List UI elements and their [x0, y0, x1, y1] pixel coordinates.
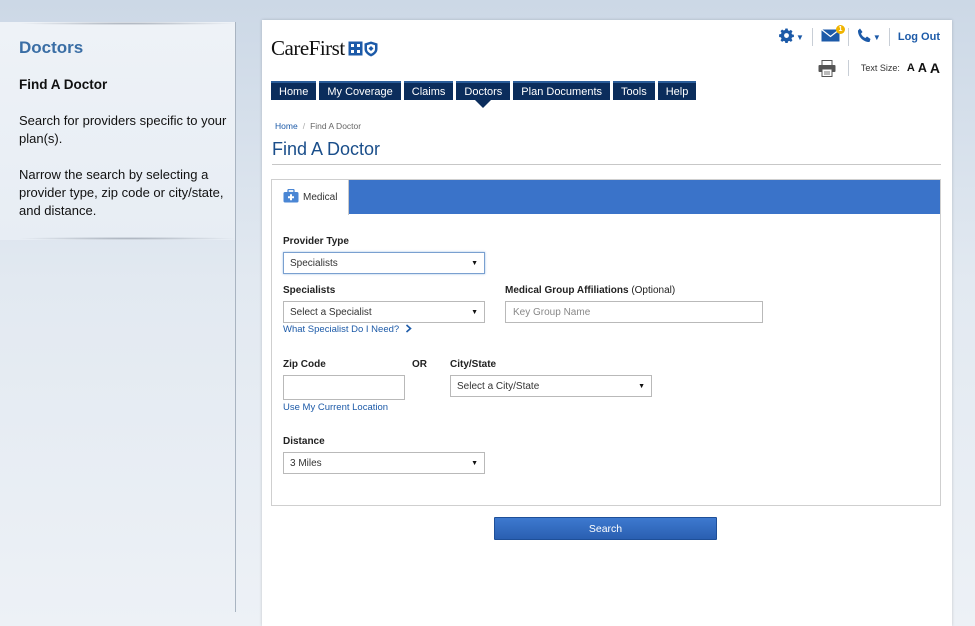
breadcrumb-current: Find A Doctor — [310, 121, 362, 131]
tab-medical-label: Medical — [303, 192, 338, 203]
text-size-small[interactable]: A — [907, 62, 915, 74]
nav-tab-tools[interactable]: Tools — [613, 81, 655, 100]
specialists-label: Specialists — [283, 285, 336, 296]
breadcrumb-home[interactable]: Home — [275, 121, 298, 131]
distance-select[interactable]: 3 Miles ▼ — [283, 452, 485, 474]
chevron-down-icon: ▼ — [872, 32, 881, 42]
city-state-label: City/State — [450, 359, 497, 370]
dropdown-arrow-icon: ▼ — [638, 382, 645, 390]
logout-link[interactable]: Log Out — [898, 31, 940, 43]
search-panel: Medical Provider Type Specialists ▼ Spec… — [271, 179, 941, 506]
help-panel: Doctors Find A Doctor Search for provide… — [0, 22, 235, 240]
use-current-location-link[interactable]: Use My Current Location — [283, 402, 388, 413]
distance-label: Distance — [283, 436, 325, 447]
main-nav: Home My Coverage Claims Doctors Plan Doc… — [271, 81, 697, 108]
gear-icon — [779, 28, 794, 46]
main-page: CareFirst ▼ 1 ▼ Log Out Text Size: A A A… — [262, 20, 952, 626]
search-button[interactable]: Search — [494, 517, 717, 540]
nav-tab-my-coverage[interactable]: My Coverage — [319, 81, 401, 100]
help-text-2: Narrow the search by selecting a provide… — [19, 167, 224, 218]
logout-item: Log Out — [890, 28, 940, 46]
group-affiliations-label: Medical Group Affiliations (Optional) — [505, 285, 675, 296]
tab-medical[interactable]: Medical — [272, 180, 349, 215]
bcbs-logo-icon — [348, 41, 378, 57]
nav-tab-claims[interactable]: Claims — [403, 81, 454, 100]
text-size-large[interactable]: A — [930, 60, 940, 76]
logo-text: CareFirst — [271, 36, 345, 60]
provider-type-label: Provider Type — [283, 236, 349, 247]
help-subtitle: Find A Doctor — [19, 77, 108, 92]
carefirst-logo[interactable]: CareFirst — [271, 36, 378, 61]
group-name-input[interactable]: Key Group Name — [505, 301, 763, 323]
page-tools: Text Size: A A A — [816, 58, 940, 78]
zip-code-input[interactable] — [283, 375, 405, 400]
city-state-select[interactable]: Select a City/State ▼ — [450, 375, 652, 397]
nav-tab-home[interactable]: Home — [271, 81, 317, 100]
provider-type-select[interactable]: Specialists ▼ — [283, 252, 485, 274]
print-icon[interactable] — [816, 58, 838, 78]
nav-tab-help[interactable]: Help — [657, 81, 697, 100]
panel-tab-bar: Medical — [272, 180, 940, 215]
what-specialist-link-text: What Specialist Do I Need? — [283, 324, 400, 335]
help-title: Doctors — [19, 38, 84, 57]
dropdown-arrow-icon: ▼ — [471, 259, 478, 267]
nav-tab-plan-documents[interactable]: Plan Documents — [513, 81, 611, 100]
tools-separator — [847, 60, 849, 76]
title-divider — [272, 164, 941, 165]
what-specialist-link[interactable]: What Specialist Do I Need? — [283, 324, 412, 335]
nav-tab-doctors[interactable]: Doctors — [456, 81, 511, 108]
breadcrumb-separator: / — [302, 121, 306, 131]
settings-menu[interactable]: ▼ — [771, 28, 813, 46]
specialists-select[interactable]: Select a Specialist ▼ — [283, 301, 485, 323]
message-count-badge: 1 — [835, 25, 845, 34]
messages-menu[interactable]: 1 — [813, 25, 849, 46]
text-size-medium[interactable]: A — [918, 61, 927, 75]
contact-menu[interactable]: ▼ — [849, 28, 890, 46]
provider-type-value: Specialists — [290, 257, 338, 269]
chevron-right-icon — [402, 324, 412, 335]
panel-divider — [235, 22, 236, 612]
text-size-label: Text Size: — [860, 63, 900, 73]
dropdown-arrow-icon: ▼ — [471, 459, 478, 467]
city-state-value: Select a City/State — [457, 380, 540, 392]
distance-value: 3 Miles — [290, 457, 322, 469]
zip-code-label: Zip Code — [283, 359, 326, 370]
utility-bar: ▼ 1 ▼ Log Out — [771, 25, 940, 46]
group-affiliations-label-text: Medical Group Affiliations — [505, 285, 629, 296]
medical-kit-icon — [283, 188, 299, 206]
dropdown-arrow-icon: ▼ — [471, 308, 478, 316]
breadcrumb: Home / Find A Doctor — [275, 121, 361, 131]
optional-note: (Optional) — [631, 285, 676, 296]
help-text-1: Search for providers specific to your pl… — [19, 113, 227, 146]
or-label: OR — [412, 359, 427, 370]
chevron-down-icon: ▼ — [796, 32, 804, 42]
specialists-value: Select a Specialist — [290, 306, 372, 318]
page-title: Find A Doctor — [272, 139, 381, 159]
phone-icon — [857, 28, 871, 46]
